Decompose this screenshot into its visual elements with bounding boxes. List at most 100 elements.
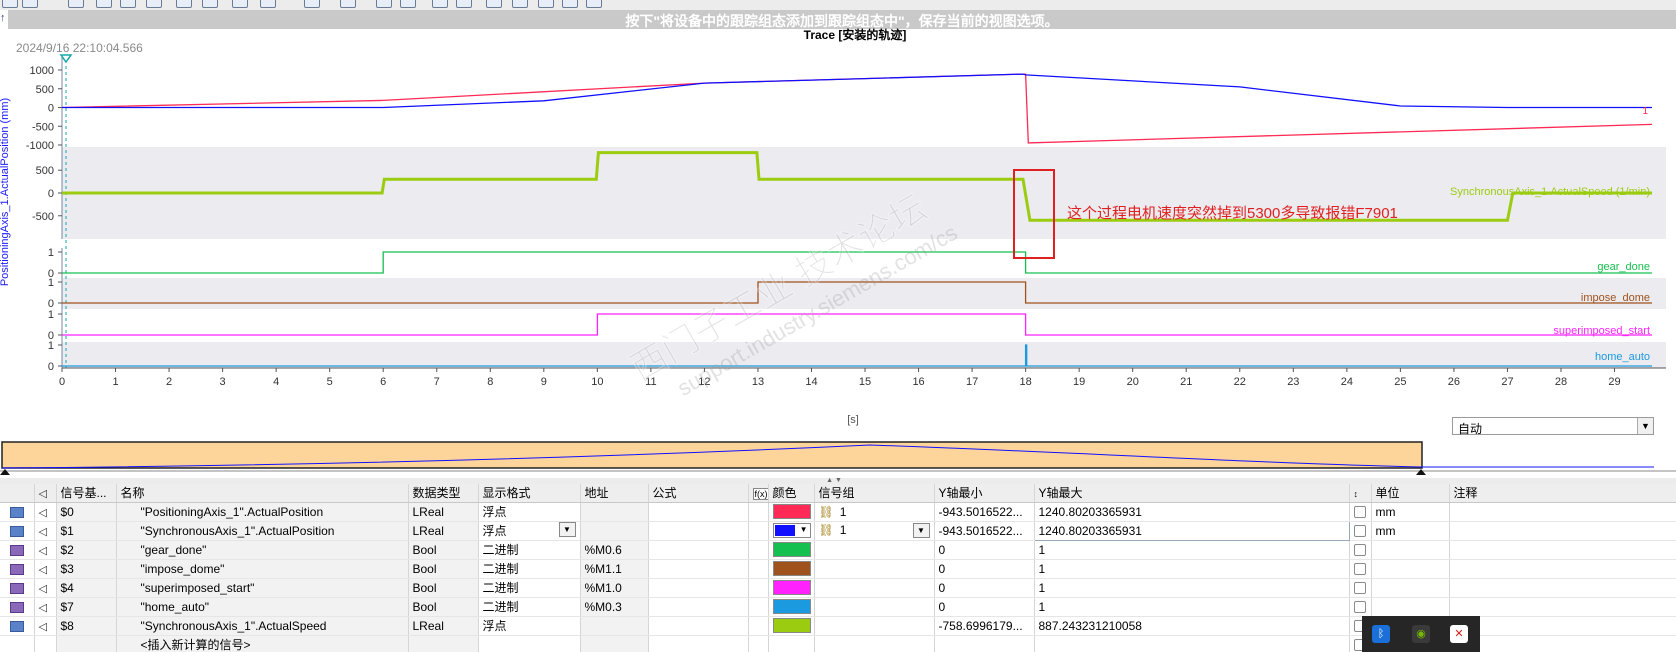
signal-color[interactable] [768, 540, 815, 560]
signal-color[interactable] [768, 559, 815, 579]
signal-comment[interactable] [1449, 578, 1676, 598]
signal-num[interactable]: $3 [56, 559, 117, 579]
signal-display-format[interactable]: 浮点 ▼ [478, 521, 581, 541]
signal-unit[interactable] [1371, 540, 1450, 560]
signal-autoscale[interactable] [1349, 502, 1372, 522]
row-cursor-cell[interactable]: ◁ [34, 521, 57, 541]
signal-comment[interactable] [1449, 616, 1676, 636]
signal-comment[interactable] [1449, 502, 1676, 522]
col-header-ymax[interactable]: Y轴最大 [1034, 484, 1350, 503]
signal-formula[interactable] [648, 540, 749, 560]
row-cursor-cell[interactable]: ◁ [34, 597, 57, 617]
col-header-formula-btn[interactable]: f(x) [748, 484, 769, 503]
signal-ymax[interactable]: 1240.80203365931 [1033, 520, 1350, 541]
signal-autoscale[interactable] [1349, 559, 1372, 579]
color-swatch[interactable] [772, 599, 811, 615]
signal-num[interactable]: $8 [56, 616, 117, 636]
signal-group[interactable] [814, 597, 935, 617]
autoscale-checkbox[interactable] [1353, 563, 1366, 576]
insert-signal-text[interactable]: <插入新计算的信号> [141, 638, 251, 652]
signal-unit[interactable] [1371, 559, 1450, 579]
col-header-autoscale[interactable]: ↕ [1349, 484, 1372, 503]
col-header-signal-group[interactable]: 信号组 [814, 484, 935, 503]
signal-comment[interactable] [1449, 597, 1676, 617]
chevron-down-icon[interactable]: ▼ [558, 522, 576, 537]
row-cursor-cell[interactable]: ◁ [34, 502, 57, 522]
signal-ymin[interactable]: 0 [934, 540, 1035, 560]
signal-unit[interactable] [1371, 597, 1450, 617]
toolbar-button[interactable] [146, 0, 162, 8]
expand-icon[interactable]: ↑ [0, 8, 8, 28]
col-header-formula[interactable]: 公式 [648, 484, 749, 503]
toolbar-button[interactable] [586, 0, 602, 8]
col-header-datatype[interactable]: 数据类型 [408, 484, 479, 503]
signal-name[interactable]: "gear_done" [116, 540, 409, 560]
row-cursor-cell[interactable]: ◁ [34, 540, 57, 560]
signal-group[interactable] [814, 540, 935, 560]
col-header-signal-num[interactable]: 信号基... [56, 484, 117, 503]
toolbar-button[interactable] [22, 0, 38, 8]
color-swatch[interactable] [772, 618, 811, 634]
signal-formula[interactable] [648, 597, 749, 617]
col-header-cursor[interactable]: ◁ [34, 484, 57, 503]
table-row[interactable]: ◁ $1 "SynchronousAxis_1".ActualPosition … [0, 520, 1676, 541]
signal-formula[interactable] [648, 559, 749, 579]
signal-ymin[interactable]: -943.5016522... [934, 521, 1035, 541]
signal-display-format[interactable]: 二进制 [478, 578, 581, 598]
signal-display-format[interactable]: 浮点 [478, 502, 581, 522]
overview-navigator[interactable] [0, 441, 1676, 477]
toolbar-button[interactable] [96, 0, 112, 8]
table-row[interactable]: ◁ $7 "home_auto" Bool 二进制 %M0.3 0 1 [0, 597, 1676, 617]
table-row[interactable]: ◁ $4 "superimposed_start" Bool 二进制 %M1.0… [0, 578, 1676, 598]
signal-group[interactable] [814, 578, 935, 598]
signal-unit[interactable]: mm [1371, 502, 1450, 522]
trace-chart[interactable]: 10005000-500-10005000-50010101010 Positi… [0, 52, 1676, 432]
signal-name[interactable]: "home_auto" [116, 597, 409, 617]
signal-unit[interactable] [1371, 578, 1450, 598]
signal-formula[interactable] [648, 616, 749, 636]
color-swatch[interactable] [772, 561, 811, 577]
security-icon[interactable]: ✕ [1450, 625, 1468, 643]
autoscale-checkbox[interactable] [1353, 525, 1366, 538]
signal-autoscale[interactable] [1349, 597, 1372, 617]
autoscale-checkbox[interactable] [1353, 601, 1366, 614]
signal-comment[interactable] [1449, 540, 1676, 560]
signal-ymin[interactable]: 0 [934, 578, 1035, 598]
signal-num[interactable]: $7 [56, 597, 117, 617]
signal-autoscale[interactable] [1349, 578, 1372, 598]
row-cursor-cell[interactable]: ◁ [34, 616, 57, 636]
autoscale-checkbox[interactable] [1353, 506, 1366, 519]
signal-group[interactable] [814, 559, 935, 579]
signal-num[interactable]: $2 [56, 540, 117, 560]
signal-ymax[interactable]: 887.243231210058 [1034, 616, 1350, 636]
zoom-select[interactable]: 自动 ▼ [1452, 417, 1654, 436]
signal-comment[interactable] [1449, 521, 1676, 541]
signal-ymax[interactable]: 1240.80203365931 [1034, 502, 1350, 522]
nvidia-icon[interactable]: ◉ [1412, 625, 1430, 643]
link-icon[interactable]: ⛓ [819, 505, 834, 519]
signal-comment[interactable] [1449, 559, 1676, 579]
col-header-unit[interactable]: 单位 [1371, 484, 1450, 503]
link-icon[interactable]: ⛓ [819, 523, 834, 537]
toolbar-button[interactable] [512, 0, 528, 8]
chevron-down-icon[interactable]: ▼ [912, 523, 930, 538]
signal-display-format[interactable]: 二进制 [478, 559, 581, 579]
signal-name[interactable]: "impose_dome" [116, 559, 409, 579]
signal-ymax[interactable]: 1 [1034, 559, 1350, 579]
signal-formula[interactable] [648, 502, 749, 522]
toolbar-button[interactable] [304, 0, 320, 8]
col-header-color[interactable]: 颜色 [768, 484, 815, 503]
toolbar-button[interactable] [400, 0, 416, 8]
signal-display-format[interactable]: 二进制 [478, 540, 581, 560]
table-row[interactable]: ◁ $3 "impose_dome" Bool 二进制 %M1.1 0 1 [0, 559, 1676, 579]
toolbar-button[interactable] [486, 0, 502, 8]
toolbar-button[interactable] [376, 0, 392, 8]
signal-group[interactable]: ⛓ 1 ▼ [814, 521, 935, 541]
signal-ymin[interactable]: -758.6996179... [934, 616, 1035, 636]
col-header-name[interactable]: 名称 [116, 484, 409, 503]
toolbar-button[interactable] [202, 0, 218, 8]
signal-num[interactable]: $0 [56, 502, 117, 522]
toolbar-button[interactable] [232, 0, 248, 8]
col-header-ymin[interactable]: Y轴最小 [934, 484, 1035, 503]
col-header-display-format[interactable]: 显示格式 [478, 484, 581, 503]
